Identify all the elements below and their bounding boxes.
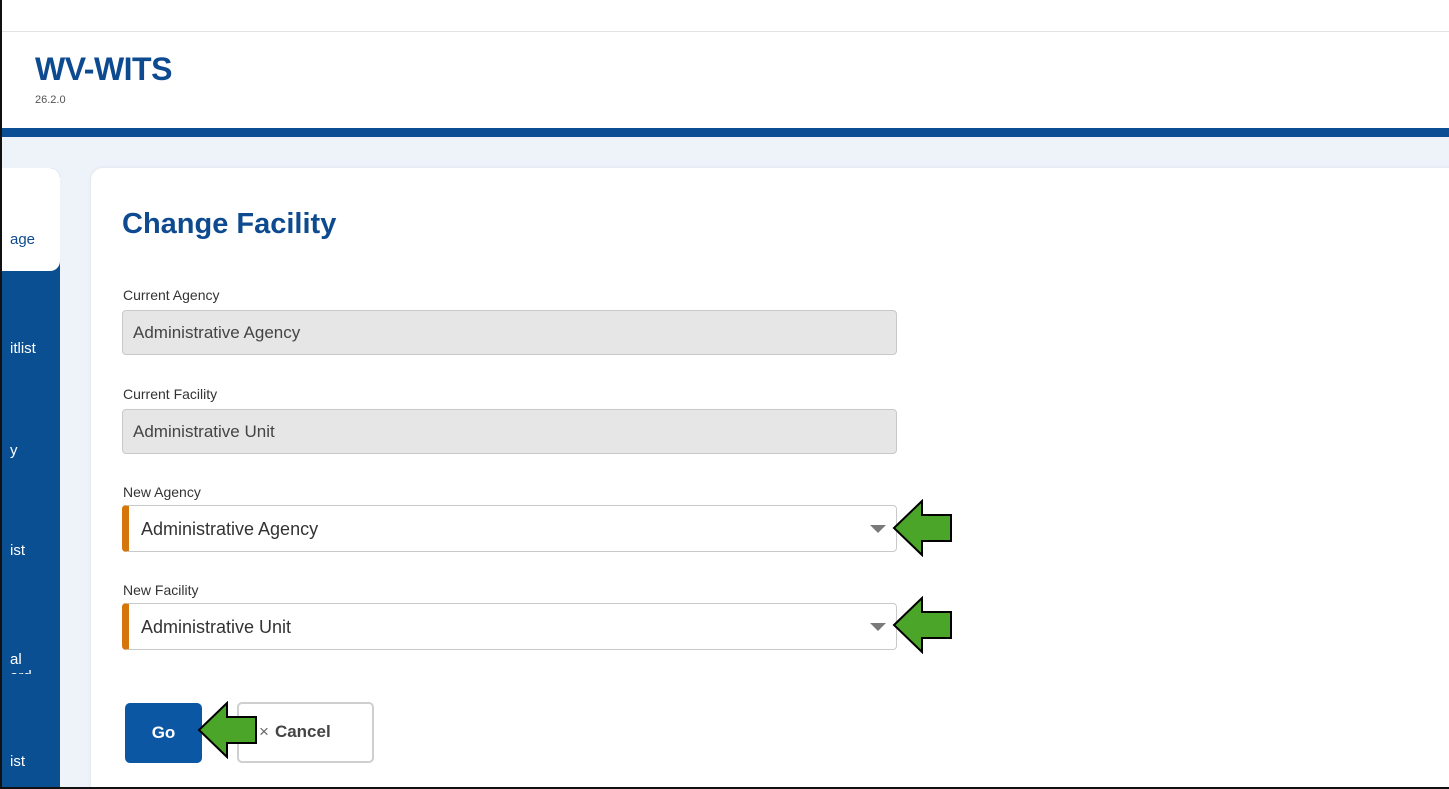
app-version: 26.2.0 — [35, 94, 66, 106]
go-button[interactable]: Go — [125, 703, 202, 763]
sidebar-item-label: al ard — [10, 651, 32, 674]
sidebar-item-list[interactable]: ist — [2, 542, 60, 562]
app-header — [2, 33, 1449, 128]
annotation-arrow-left-icon — [892, 499, 952, 557]
current-agency-label: Current Agency — [123, 287, 220, 303]
close-icon: × — [259, 722, 269, 741]
chevron-down-icon[interactable] — [870, 623, 886, 631]
app-title: WV-WITS — [35, 51, 172, 87]
new-facility-label: New Facility — [123, 582, 199, 598]
app-window: WV-WITS 26.2.0 age itlist y ist al ard i… — [0, 0, 1449, 789]
new-agency-selected-value: Administrative Agency — [141, 519, 319, 539]
current-agency-field: Administrative Agency — [122, 310, 897, 355]
current-facility-field: Administrative Unit — [122, 409, 897, 454]
sidebar-item-label: age — [10, 231, 36, 248]
cancel-button-label: Cancel — [274, 722, 331, 741]
sidebar-item-list-2[interactable]: ist — [2, 753, 60, 773]
new-agency-select[interactable]: Administrative Agency — [122, 505, 897, 552]
sidebar-item-dashboard[interactable]: al ard — [2, 634, 60, 674]
sidebar-item-label: itlist — [10, 340, 36, 357]
current-facility-label: Current Facility — [123, 386, 218, 402]
new-agency-label: New Agency — [123, 484, 201, 500]
main-card — [91, 168, 1449, 787]
sidebar-item-home[interactable]: age — [2, 168, 60, 271]
sidebar-item-waitlist[interactable]: itlist — [2, 340, 60, 360]
new-facility-selected-value: Administrative Unit — [141, 617, 292, 637]
sidebar-item-agency[interactable]: y — [2, 442, 60, 462]
page-title: Change Facility — [122, 208, 337, 240]
annotation-arrow-left-icon — [892, 596, 952, 654]
annotation-arrow-left-icon — [197, 701, 257, 759]
header-divider-bar — [2, 128, 1449, 137]
new-facility-select[interactable]: Administrative Unit — [122, 603, 897, 650]
sidebar-nav: age itlist y ist al ard ist — [2, 168, 60, 787]
sidebar-item-label: ist — [10, 542, 25, 559]
sidebar-item-label: ist — [10, 753, 25, 770]
sidebar-item-label: y — [10, 442, 18, 459]
browser-toolbar-strip — [2, 0, 1449, 32]
chevron-down-icon[interactable] — [870, 525, 886, 533]
